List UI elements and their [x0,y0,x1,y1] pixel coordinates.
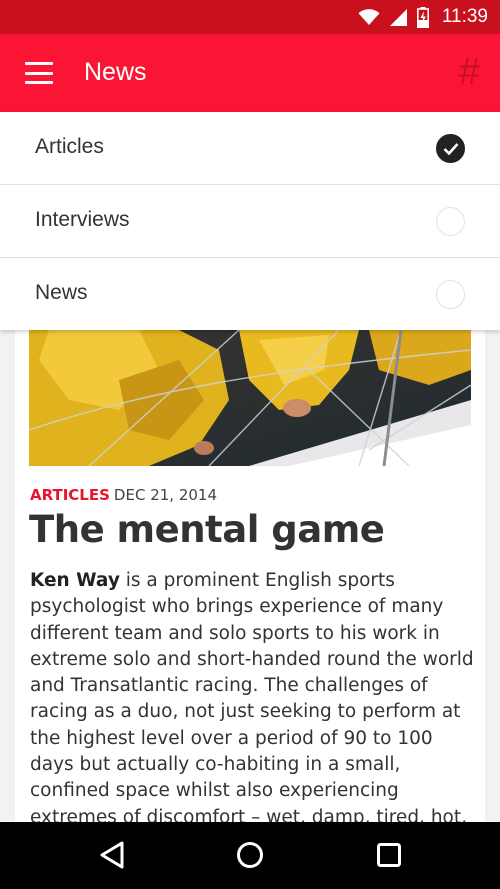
article-card[interactable]: ARTICLES DEC 21, 2014 The mental game Ken… [15,300,485,854]
unchecked-radio-icon[interactable] [436,280,465,309]
article-body-text: is a prominent English sports psychologi… [30,570,474,854]
filter-item-articles[interactable]: Articles [0,112,500,185]
battery-charging-icon [416,6,429,28]
article-category[interactable]: ARTICLES [30,486,110,504]
article-title[interactable]: The mental game [29,508,385,551]
back-triangle-icon[interactable] [92,837,132,873]
status-bar: 11:39 [0,0,500,34]
recents-square-icon[interactable] [369,837,409,873]
home-circle-icon[interactable] [230,837,270,873]
status-time: 11:39 [441,6,488,27]
app-bar: News # [0,34,500,112]
filter-item-interviews[interactable]: Interviews [0,185,500,258]
filter-item-label: News [35,281,88,304]
checked-radio-icon[interactable] [436,134,465,163]
status-icons: 11:39 [358,0,488,34]
hashtag-icon[interactable]: # [459,52,480,92]
article-date: DEC 21, 2014 [113,486,217,504]
article-author: Ken Way [30,570,120,591]
filter-item-label: Articles [35,135,104,158]
article-meta: ARTICLES DEC 21, 2014 [30,486,217,504]
navigation-bar [0,822,500,889]
filter-item-label: Interviews [35,208,130,231]
filter-item-news[interactable]: News [0,258,500,331]
filter-menu: Articles Interviews News [0,112,500,330]
article-body: Ken Way is a prominent English sports ps… [30,568,476,857]
hamburger-menu-icon[interactable] [22,60,56,86]
unchecked-radio-icon[interactable] [436,207,465,236]
page-title: News [84,58,147,86]
wifi-icon [358,8,380,25]
article-image [29,330,471,466]
signal-icon [389,8,407,26]
